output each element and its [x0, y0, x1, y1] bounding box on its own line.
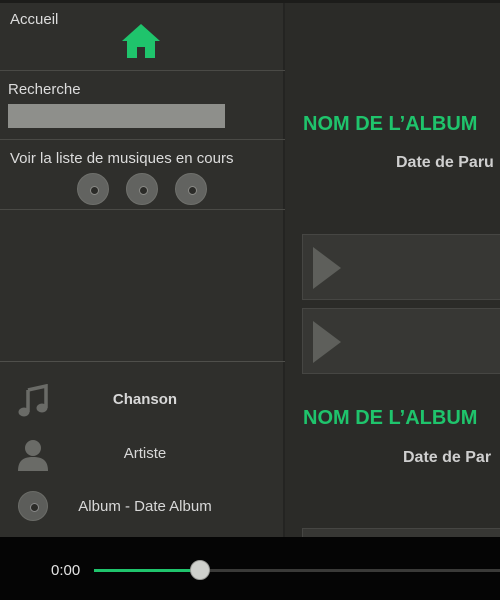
track-row[interactable]: [302, 528, 500, 537]
track-row[interactable]: [302, 308, 500, 374]
search-label: Recherche: [8, 81, 81, 98]
now-playing-song: Chanson: [0, 380, 285, 420]
sidebar: Accueil Recherche Voir la liste de musiq…: [0, 3, 285, 537]
queue-section: Voir la liste de musiques en cours: [0, 140, 285, 210]
seek-progress: [94, 569, 200, 572]
seek-handle[interactable]: [189, 560, 210, 580]
elapsed-time: 0:00: [51, 562, 81, 579]
now-playing-artist: Artiste: [0, 434, 285, 474]
home-section[interactable]: Accueil: [0, 3, 285, 71]
album-date: Date de Par: [403, 449, 492, 466]
album-date: Date de Paru: [396, 154, 494, 171]
main-content: NOM DE L’ALBUM Date de Paru NOM DE L’ALB…: [287, 3, 500, 537]
song-title: Chanson: [112, 391, 178, 408]
music-note-icon: [18, 384, 48, 417]
album-name-date: Album - Date Album: [78, 498, 212, 515]
queue-disc-button-3[interactable]: [175, 173, 207, 205]
user-icon: [18, 440, 48, 471]
queue-label[interactable]: Voir la liste de musiques en cours: [10, 150, 233, 167]
play-icon[interactable]: [313, 321, 341, 363]
now-playing-album: Album - Date Album: [0, 487, 285, 527]
search-input[interactable]: [8, 104, 225, 128]
artist-name: Artiste: [123, 445, 167, 462]
queue-disc-button-1[interactable]: [77, 173, 109, 205]
track-row[interactable]: [302, 234, 500, 300]
now-playing-panel: Chanson Artiste Album - Date Album: [0, 362, 285, 537]
album-title[interactable]: NOM DE L’ALBUM: [303, 113, 477, 136]
search-section: Recherche: [0, 71, 285, 140]
home-icon[interactable]: [121, 23, 161, 59]
home-label: Accueil: [10, 11, 59, 28]
sidebar-empty-area: [0, 210, 285, 362]
queue-disc-button-2[interactable]: [126, 173, 158, 205]
album-title[interactable]: NOM DE L’ALBUM: [303, 407, 477, 430]
player-bar: 0:00: [0, 537, 500, 600]
play-icon[interactable]: [313, 247, 341, 289]
